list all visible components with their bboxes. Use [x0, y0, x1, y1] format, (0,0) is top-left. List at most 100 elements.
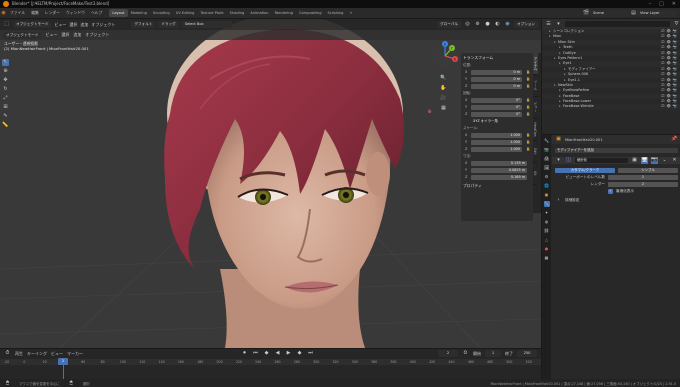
expand-icon[interactable]: ▾: [555, 157, 562, 164]
tab-sculpting[interactable]: Sculpting: [150, 9, 173, 17]
outliner-row-label[interactable]: Eye1.1: [568, 78, 580, 82]
advanced-label[interactable]: 詳細設定: [565, 198, 579, 203]
marker-menu[interactable]: マーカー: [67, 351, 83, 357]
menu-help[interactable]: ヘルプ: [88, 10, 105, 16]
menu-render[interactable]: レンダー: [42, 10, 63, 16]
expand-right-icon[interactable]: ›: [555, 197, 562, 204]
add-workspace-button[interactable]: +: [346, 9, 355, 17]
output-tab-icon[interactable]: 🖨: [544, 156, 550, 162]
cursor-tool-icon[interactable]: ⊕: [2, 68, 9, 75]
tab-item[interactable]: アイテム: [533, 53, 538, 75]
dimensions-y-field[interactable]: 0.0625 m: [471, 167, 527, 173]
outliner-row-label[interactable]: シーンコレクション: [553, 29, 584, 33]
proportional-edit-icon[interactable]: ◎: [464, 21, 471, 28]
scale-x-field[interactable]: 1.000: [471, 132, 522, 138]
transform-tool-icon[interactable]: ⊞: [2, 104, 9, 111]
levels-viewport-field[interactable]: 1: [608, 175, 678, 180]
lock-icon[interactable]: 🔓: [526, 140, 531, 144]
outliner-row-label[interactable]: FaceBase.Wrinkle: [563, 104, 594, 108]
render-toggle-icon[interactable]: 📷: [651, 157, 658, 164]
global-dropdown[interactable]: グローバル: [437, 21, 462, 28]
transform-panel-title[interactable]: トランスフォーム: [463, 55, 531, 61]
rotation-mode-dropdown[interactable]: XYZ オイラー角: [471, 118, 527, 124]
render-tab-icon[interactable]: 📷: [544, 147, 550, 153]
lock-icon[interactable]: 🔓: [526, 77, 531, 81]
menu-window[interactable]: ウィンドウ: [63, 10, 88, 16]
scale-z-field[interactable]: 1.000: [471, 146, 522, 152]
outliner-row-label[interactable]: Mion: [553, 34, 561, 38]
render-levels-field[interactable]: 2: [608, 182, 678, 187]
simple-tab[interactable]: シンプル: [618, 168, 678, 173]
add-menu[interactable]: 追加: [80, 22, 88, 28]
render-shading-icon[interactable]: ◉: [504, 21, 511, 28]
toolbar-object[interactable]: オブジェクト: [85, 32, 109, 38]
rotation-y-row[interactable]: Y 0° 🔓: [463, 104, 531, 110]
outliner-row-label[interactable]: NewSkin: [558, 83, 573, 87]
prev-keyframe-icon[interactable]: ◆: [263, 350, 270, 357]
tool-tab-icon[interactable]: 🔧: [544, 138, 550, 144]
outliner-row-label[interactable]: モディファイアー: [568, 67, 596, 71]
location-x-row[interactable]: X0 m 🔓: [463, 69, 531, 75]
select-menu[interactable]: 選択: [69, 22, 77, 28]
keying-menu[interactable]: キーイング: [27, 351, 47, 357]
jump-end-icon[interactable]: ⏭: [307, 350, 314, 357]
scale-x-row[interactable]: X 1.000 🔓: [463, 132, 531, 138]
annotate-tool-icon[interactable]: ✎: [2, 113, 9, 120]
jump-start-icon[interactable]: ⏮: [252, 350, 259, 357]
transform-orientation-dropdown[interactable]: デフォルト: [131, 21, 156, 28]
outliner-row-label[interactable]: Eye1: [563, 61, 572, 65]
menu-file[interactable]: ファイル: [7, 10, 28, 16]
lock-icon[interactable]: 🔓: [526, 70, 531, 74]
move-tool-icon[interactable]: ✥: [2, 77, 9, 84]
outliner-row-label[interactable]: EyeBrowRefine: [563, 88, 589, 92]
tab-layout[interactable]: Layout: [109, 9, 128, 17]
play-reverse-icon[interactable]: ◀: [274, 350, 281, 357]
ortho-grid-icon[interactable]: ▦: [440, 105, 447, 112]
mode-selector[interactable]: オブジェクトモード: [13, 21, 52, 28]
rotation-z-row[interactable]: Z 0° 🔓: [463, 111, 531, 117]
tab-compositing[interactable]: Compositing: [296, 9, 325, 17]
viewport-toggle-icon[interactable]: 🖥: [641, 157, 648, 164]
snap-dropdown[interactable]: ドラッグ: [158, 21, 179, 28]
lock-icon[interactable]: 🔓: [526, 105, 531, 109]
outliner-search-input[interactable]: [565, 21, 670, 27]
close-button[interactable]: ✕: [672, 0, 676, 8]
modifier-name-field[interactable]: 細分化: [575, 158, 628, 163]
optimal-display-checkbox[interactable]: ✓: [608, 189, 613, 194]
view-layer-selector[interactable]: View Layer: [637, 9, 677, 17]
outliner-row-label[interactable]: Teeth: [563, 45, 572, 49]
3d-cursor-icon[interactable]: ⊕: [426, 109, 433, 116]
dimensions-x-field[interactable]: 0.139 m: [471, 160, 527, 166]
outliner-row-label[interactable]: FaceBase: [563, 94, 579, 98]
blender-menu-icon[interactable]: ◉: [0, 10, 7, 17]
next-keyframe-icon[interactable]: ◆: [296, 350, 303, 357]
dimensions-z-row[interactable]: Z 0.169 m: [463, 174, 531, 180]
minimize-button[interactable]: –: [649, 0, 652, 8]
editor-type-icon[interactable]: ⬚: [3, 21, 10, 28]
camera-view-icon[interactable]: 🎥: [440, 95, 447, 102]
timeline-editor[interactable]: ⏱ 再生 キーイング ビュー マーカー ⏺ ⏮ ◆ ◀ ▶ ◆ ⏭ 2 ⏲ 開始…: [0, 348, 541, 379]
tab-animation[interactable]: Animation: [247, 9, 271, 17]
scene-tab-icon[interactable]: ⚙: [544, 174, 550, 180]
pin-icon[interactable]: 📌: [671, 136, 678, 143]
maximize-button[interactable]: □: [659, 0, 664, 8]
measure-tool-icon[interactable]: 📏: [2, 122, 9, 129]
rotation-mode-row[interactable]: XYZ オイラー角: [463, 118, 531, 124]
rotation-y-field[interactable]: 0°: [471, 104, 522, 110]
solid-shading-icon[interactable]: ●: [484, 21, 491, 28]
camera-icon[interactable]: 📷: [673, 104, 677, 109]
lock-icon[interactable]: 🔓: [526, 84, 531, 88]
playback-menu[interactable]: 再生: [15, 351, 23, 357]
tab-kit[interactable]: Kit: [533, 163, 537, 185]
tab-tool[interactable]: ツール: [533, 75, 538, 97]
display-mode-icon[interactable]: ▾: [555, 21, 562, 28]
tab-scripting[interactable]: Scripting: [324, 9, 346, 17]
outliner-editor-icon[interactable]: ☰: [545, 21, 552, 28]
rotate-tool-icon[interactable]: ↻: [2, 86, 9, 93]
scene-selector[interactable]: Scene: [590, 9, 630, 17]
preview-range-icon[interactable]: ⏲: [462, 350, 469, 357]
location-x-field[interactable]: 0 m: [471, 69, 522, 75]
tab-view[interactable]: ビュー: [533, 97, 538, 119]
world-tab-icon[interactable]: 🌐: [544, 183, 550, 189]
advanced-section[interactable]: › 詳細設定: [552, 197, 680, 204]
